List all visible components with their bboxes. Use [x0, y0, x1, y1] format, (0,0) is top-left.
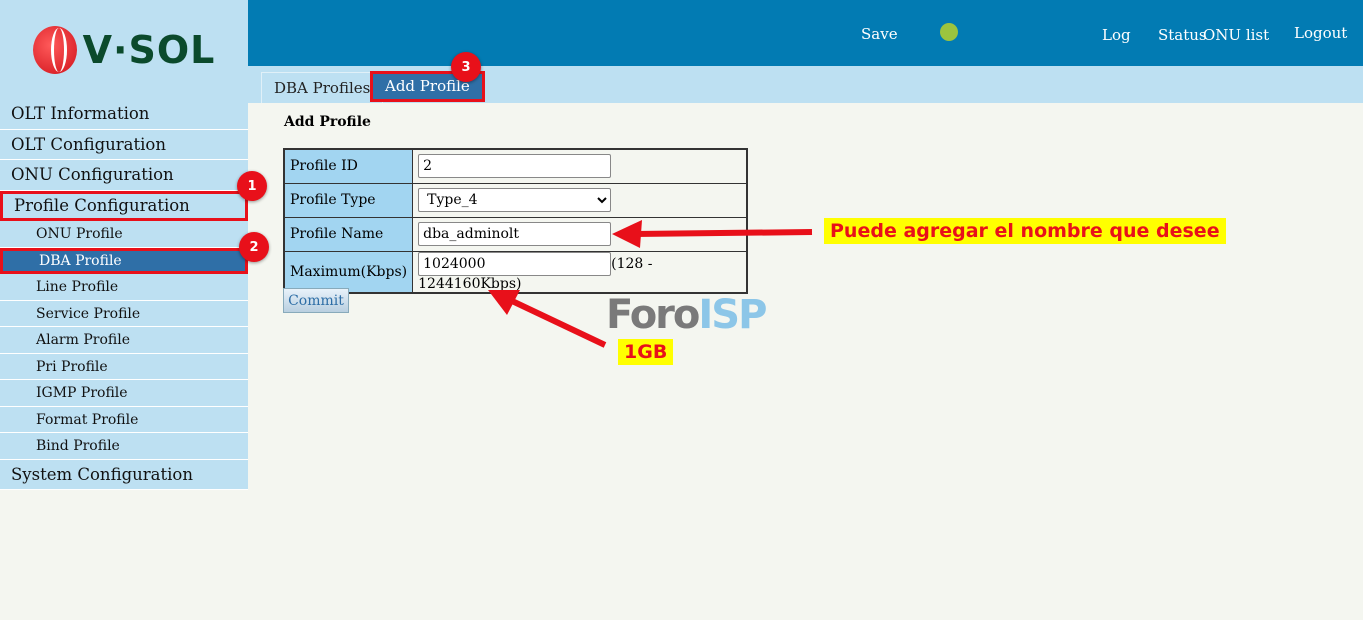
note-profile-name: Puede agregar el nombre que desee — [824, 218, 1226, 244]
arrow-icon — [488, 220, 813, 348]
note-1gb: 1GB — [618, 339, 674, 365]
annotation-arrows — [488, 220, 813, 348]
